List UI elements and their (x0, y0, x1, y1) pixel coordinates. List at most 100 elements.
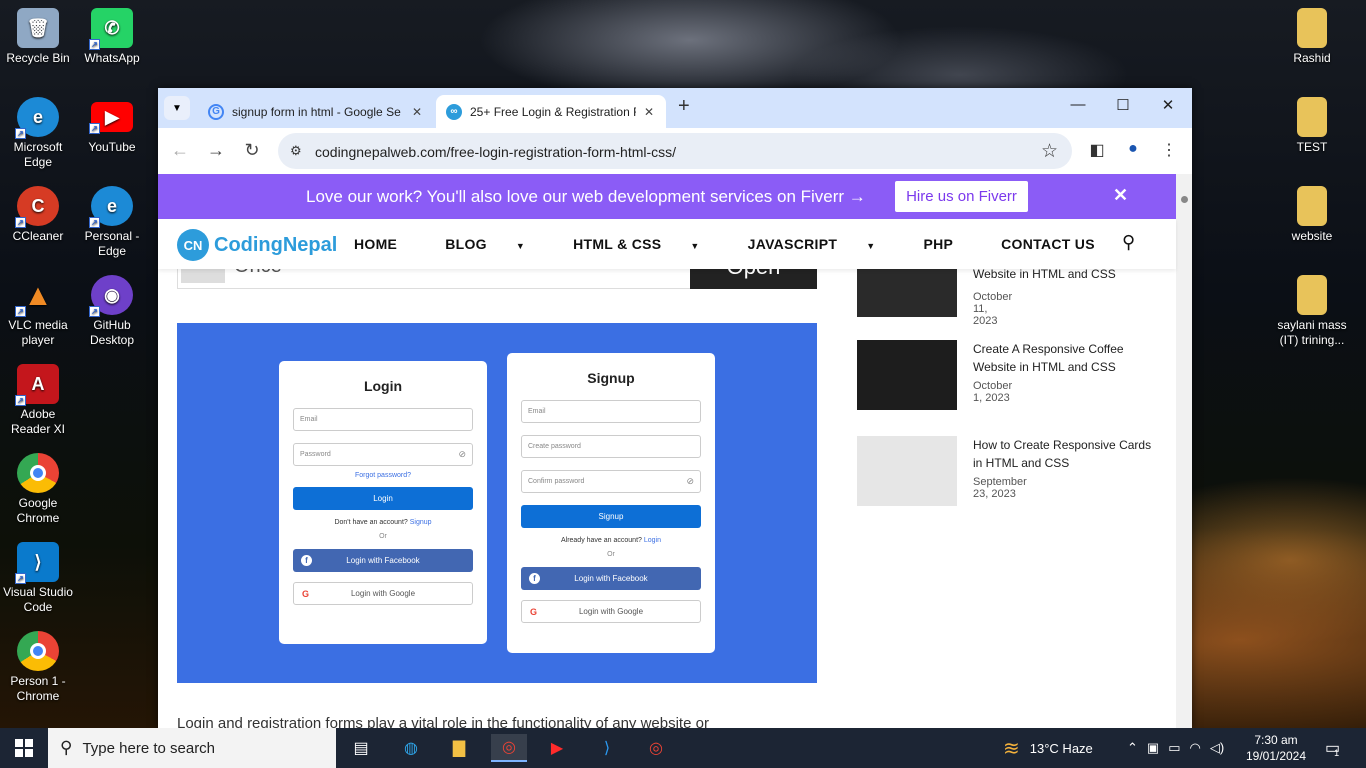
menu-item-php[interactable]: PHP (923, 236, 977, 252)
hire-fiverr-button[interactable]: Hire us on Fiverr (895, 181, 1028, 212)
menu-item-contact[interactable]: CONTACT US (1001, 236, 1119, 252)
desktop-icon-adobe-reader[interactable]: A ↗ Adobe Reader XI (0, 364, 76, 437)
promo-banner: Love our work? You'll also love our web … (158, 174, 1176, 219)
notification-center[interactable]: ▭ 1 (1325, 728, 1340, 768)
desktop-icon-person1-chrome[interactable]: Person 1 - Chrome (0, 631, 76, 704)
new-tab-button[interactable]: + (678, 96, 690, 116)
url-text: codingnepalweb.com/free-login-registrati… (315, 144, 677, 160)
bookmark-star-icon[interactable]: ☆ (1041, 140, 1058, 163)
maximize-button[interactable]: ☐ (1111, 96, 1135, 114)
chrome-profile-icon (17, 631, 59, 671)
web-page: Once Open Love our work? You'll also lov… (158, 174, 1192, 728)
site-header: CN CodingNepal HOME BLOG ▼ HTML & CSS ▼ JA… (158, 219, 1176, 269)
signup-card-preview: Signup Email Create password Confirm pas… (507, 353, 715, 653)
adobe-reader-icon: A ↗ (15, 364, 59, 406)
chrome-window: ▼ G signup form in html - Google Se ✕ ∞ … (158, 88, 1192, 728)
forward-button[interactable]: → (205, 140, 227, 160)
desktop-icon-vlc[interactable]: ▲ ↗ VLC media player (0, 275, 76, 348)
meet-now-icon[interactable]: ▣ (1147, 740, 1159, 756)
minimize-button[interactable]: — (1066, 96, 1090, 113)
search-icon: ⚲ (60, 738, 73, 757)
edge-taskbar-icon[interactable]: ◍ (393, 734, 429, 762)
system-clock[interactable]: 7:30 am 19/01/2024 (1240, 732, 1312, 764)
wifi-icon[interactable]: ◠ (1190, 740, 1201, 756)
search-icon[interactable]: ⚲ (1122, 232, 1135, 253)
youtube-taskbar-icon[interactable]: ▶ (539, 734, 575, 762)
desktop-icon-edge[interactable]: e ↗ Microsoft Edge (0, 97, 76, 170)
article-paragraph: Login and registration forms play a vita… (177, 715, 709, 728)
eye-slash-icon: ⊘ (686, 476, 694, 486)
tab-codingnepal[interactable]: ∞ 25+ Free Login & Registration F ✕ (436, 95, 666, 128)
chrome-profile-taskbar-icon[interactable]: ◎ (491, 734, 527, 762)
google-icon: G (302, 589, 310, 599)
ccleaner-icon: C ↗ (15, 186, 59, 228)
address-bar[interactable]: ⚙ codingnepalweb.com/free-login-registra… (278, 133, 1072, 169)
codingnepal-icon: ∞ (446, 103, 462, 120)
menu-kebab-icon[interactable]: ⋮ (1158, 140, 1180, 160)
whatsapp-icon: ✆ ↗ (89, 8, 133, 50)
post-thumbnail (857, 436, 957, 506)
desktop-icon-whatsapp[interactable]: ✆ ↗ WhatsApp (74, 8, 150, 66)
tab-google-search[interactable]: G signup form in html - Google Se ✕ (198, 95, 434, 128)
desktop-icon-chrome[interactable]: Google Chrome (0, 453, 76, 526)
desktop-icon-recycle-bin[interactable]: 🗑 Recycle Bin (0, 8, 76, 66)
back-button[interactable]: ← (169, 140, 191, 160)
desktop-folder-saylani[interactable]: saylani mass (IT) trining... (1274, 275, 1350, 348)
chevron-up-icon[interactable]: ⌃ (1127, 740, 1138, 756)
desktop-icon-youtube[interactable]: ▶ ↗ YouTube (74, 97, 150, 155)
folder-icon (1297, 8, 1327, 48)
system-tray: ⌃ ▣ ▭ ◠ ◁) (1127, 728, 1224, 768)
file-explorer-icon[interactable]: ▇ (441, 734, 477, 762)
desktop-icon-ccleaner[interactable]: C ↗ CCleaner (0, 186, 76, 244)
desktop-icon-vscode[interactable]: ⟩ ↗ Visual Studio Code (0, 542, 76, 615)
desktop-icon-personal-edge[interactable]: e ↗ Personal - Edge (74, 186, 150, 259)
google-icon: G (530, 607, 538, 617)
close-window-button[interactable]: ✕ (1156, 96, 1180, 114)
login-card-preview: Login Email Password ⊘ Forgot password? L… (279, 361, 487, 644)
folder-icon (1297, 275, 1327, 315)
youtube-icon: ▶ ↗ (89, 102, 133, 134)
promo-close-icon[interactable]: ✕ (1113, 185, 1128, 206)
vlc-icon: ▲ ↗ (15, 275, 59, 317)
facebook-icon: f (529, 573, 540, 584)
codingnepal-logo-icon: CN (177, 229, 209, 261)
hero-image: Login Email Password ⊘ Forgot password? L… (177, 323, 817, 683)
chevron-down-icon: ▼ (690, 241, 700, 251)
chrome-icon (17, 453, 59, 493)
tab-search-button[interactable]: ▼ (164, 96, 190, 120)
scrollbar-thumb[interactable] (1181, 196, 1188, 203)
site-info-icon[interactable]: ⚙ (290, 143, 302, 159)
edge-icon: e ↗ (15, 97, 59, 139)
menu-item-blog[interactable]: BLOG ▼ (445, 236, 549, 252)
side-panel-icon[interactable]: ◧ (1086, 140, 1108, 160)
haze-icon: ≋ (1003, 737, 1020, 760)
profile-icon[interactable]: ● (1122, 140, 1144, 158)
vscode-taskbar-icon[interactable]: ⟩ (589, 734, 625, 762)
desktop-folder-rashid[interactable]: Rashid (1274, 8, 1350, 66)
facebook-icon: f (301, 555, 312, 566)
chrome-taskbar-icon[interactable]: ◎ (638, 734, 674, 762)
speaker-icon[interactable]: ◁) (1210, 740, 1224, 756)
windows-start-icon[interactable] (15, 739, 33, 757)
google-icon: G (208, 103, 224, 120)
taskbar-search[interactable]: ⚲ Type here to search (48, 728, 336, 768)
chevron-down-icon: ▼ (866, 241, 876, 251)
desktop-icon-github-desktop[interactable]: ◉ ↗ GitHub Desktop (74, 275, 150, 348)
weather-widget[interactable]: ≋ 13°C Haze (1003, 728, 1093, 768)
promo-text: Love our work? You'll also love our web … (306, 187, 866, 206)
desktop-folder-test[interactable]: TEST (1274, 97, 1350, 155)
desktop-folder-website[interactable]: website (1274, 186, 1350, 244)
battery-icon[interactable]: ▭ (1168, 740, 1180, 756)
close-icon[interactable]: ✕ (412, 105, 424, 119)
reload-button[interactable]: ↻ (241, 140, 263, 160)
page-scrollbar[interactable] (1176, 174, 1192, 728)
menu-item-html-css[interactable]: HTML & CSS ▼ (573, 236, 724, 252)
task-view-icon[interactable]: ▤ (343, 734, 379, 762)
site-logo[interactable]: CN CodingNepal (177, 229, 337, 261)
chevron-down-icon: ▼ (515, 241, 526, 251)
close-icon[interactable]: ✕ (644, 105, 656, 119)
menu-item-home[interactable]: HOME (354, 236, 421, 252)
chevron-down-icon: ▼ (172, 102, 182, 114)
menu-item-javascript[interactable]: JAVASCRIPT ▼ (748, 236, 900, 252)
site-menu: HOME BLOG ▼ HTML & CSS ▼ JAVASCRIPT ▼ PHP C… (354, 236, 1143, 252)
